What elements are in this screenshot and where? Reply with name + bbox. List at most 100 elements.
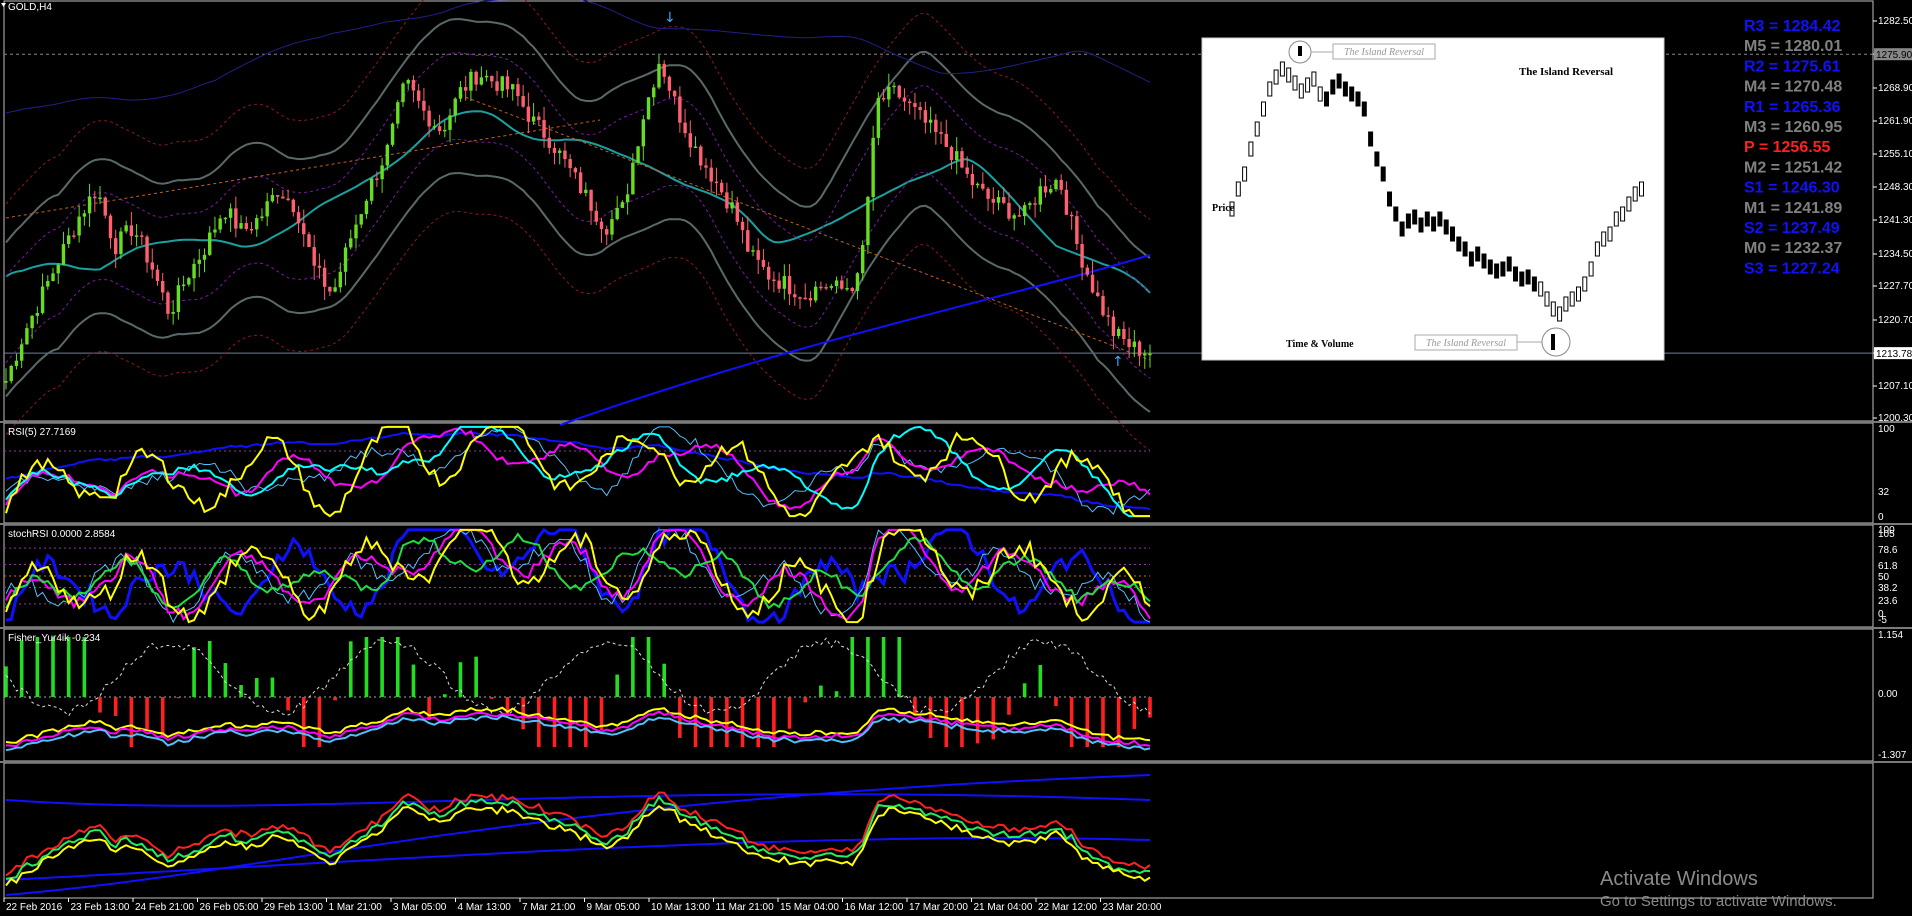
symbol-dropdown-icon[interactable]: [1, 3, 6, 7]
inset-bar: [1286, 67, 1292, 83]
candle-body: [887, 86, 891, 100]
fisher-bar: [223, 663, 228, 697]
fisher-bar: [51, 637, 55, 697]
fisher-bar: [113, 697, 118, 716]
candle-body: [860, 245, 865, 274]
candle-body: [526, 106, 531, 122]
fisher-bar: [928, 697, 933, 739]
indicator-axis-label: 1.154: [1878, 630, 1903, 641]
candle-body: [87, 196, 92, 214]
candle-body: [244, 223, 248, 229]
pivot-label: M3 = 1260.95: [1744, 119, 1842, 136]
candle-body: [119, 231, 123, 255]
rsi-panel[interactable]: [4, 425, 1151, 518]
stochrsi-panel[interactable]: [4, 525, 1151, 625]
candle-body: [652, 87, 656, 98]
fisher-bar: [301, 697, 306, 747]
trend-ma: [559, 254, 1151, 426]
candle-body: [944, 133, 948, 147]
inset-bar: [1355, 91, 1361, 107]
inset-bar: [1513, 266, 1518, 282]
candle-body: [369, 178, 374, 201]
inset-bar: [1450, 226, 1455, 242]
indicator-axis-label: 50: [1878, 572, 1890, 583]
candle-body: [803, 297, 807, 300]
candle-body: [866, 196, 870, 246]
candle-body: [411, 80, 416, 91]
candle-body: [808, 297, 813, 301]
candle-body: [855, 273, 860, 292]
fisher-bar: [98, 697, 102, 713]
inset-bar: [1582, 276, 1588, 292]
inset-bar: [1443, 219, 1449, 235]
candle-body: [322, 267, 327, 287]
inset-bar: [1487, 259, 1493, 275]
time-tick-label: 22 Mar 12:00: [1038, 902, 1097, 913]
inset-bar: [1267, 81, 1273, 97]
candle-body: [840, 280, 844, 289]
candle-body: [4, 381, 8, 383]
inset-bar: [1544, 291, 1550, 307]
inset-bar: [1292, 75, 1298, 91]
trading-chart[interactable]: ↓ ↑ The Island Reversal The Island Revers…: [0, 0, 1912, 916]
candle-body: [834, 280, 839, 287]
pivot-label: R2 = 1275.61: [1744, 58, 1841, 75]
time-tick-label: 9 Mar 05:00: [587, 902, 641, 913]
indicator-axis-label: 105: [1878, 529, 1895, 540]
fisher-bar: [1069, 697, 1074, 747]
fisher-bar: [646, 637, 651, 697]
candle-body: [714, 181, 719, 184]
pivot-label: M5 = 1280.01: [1744, 38, 1842, 55]
inset-bar: [1431, 216, 1437, 232]
candle-body: [908, 101, 912, 104]
watermark-line2: Go to Settings to activate Windows.: [1600, 893, 1837, 910]
moving-average: [5, 110, 1151, 294]
fisher-bar: [442, 694, 447, 697]
candle-body: [61, 244, 66, 265]
candle-body: [479, 77, 484, 85]
time-axis: 22 Feb 2016 23 Feb 13:00 24 Feb 21:00 26 Fe…: [3, 898, 1162, 913]
candle-body: [275, 195, 280, 197]
candle-body: [531, 116, 536, 122]
candle-body: [787, 276, 792, 295]
candle-body: [432, 126, 437, 128]
candle-body: [928, 119, 933, 123]
fisher-bar: [207, 640, 212, 697]
candle-body: [813, 286, 818, 301]
indicator-axis-label: 23.6: [1878, 596, 1898, 607]
envelope-upper: [5, 0, 1151, 220]
candle-body: [161, 280, 165, 293]
bottom-ma: [5, 837, 1151, 881]
candle-body: [871, 137, 875, 197]
fisher-panel[interactable]: [4, 637, 1152, 752]
time-tick-label: 15 Mar 04:00: [780, 902, 839, 913]
candle-body: [646, 97, 651, 120]
candle-body: [396, 102, 400, 124]
time-tick-label: 1 Mar 21:00: [329, 902, 383, 913]
candle-body: [782, 276, 787, 289]
candle-body: [766, 266, 771, 280]
activate-windows-watermark: Activate Windows Go to Settings to activ…: [1600, 868, 1837, 910]
candle-body: [500, 76, 504, 91]
inset-bar: [1607, 226, 1613, 242]
candle-body: [558, 150, 562, 153]
time-tick-label: 10 Mar 13:00: [651, 902, 710, 913]
pivot-label: R1 = 1265.36: [1744, 99, 1841, 116]
candle-body: [667, 76, 672, 91]
candle-body: [82, 213, 87, 217]
inset-bar: [1500, 261, 1506, 277]
candle-body: [422, 100, 426, 111]
fisher-bar: [897, 637, 902, 697]
inset-bar: [1626, 196, 1632, 212]
candle-body: [265, 201, 269, 217]
candle-body: [291, 199, 296, 213]
ma-panel[interactable]: [5, 774, 1151, 896]
time-tick-label: 23 Feb 13:00: [71, 902, 130, 913]
pivot-levels: R3 = 1284.42 M5 = 1280.01 R2 = 1275.61 M4 =…: [1744, 18, 1842, 277]
inset-bar: [1349, 86, 1355, 102]
inset-bar: [1594, 241, 1600, 257]
candle-body: [934, 119, 938, 133]
candle-body: [40, 286, 45, 313]
candle-body: [427, 110, 431, 127]
inset-bar: [1576, 286, 1581, 302]
